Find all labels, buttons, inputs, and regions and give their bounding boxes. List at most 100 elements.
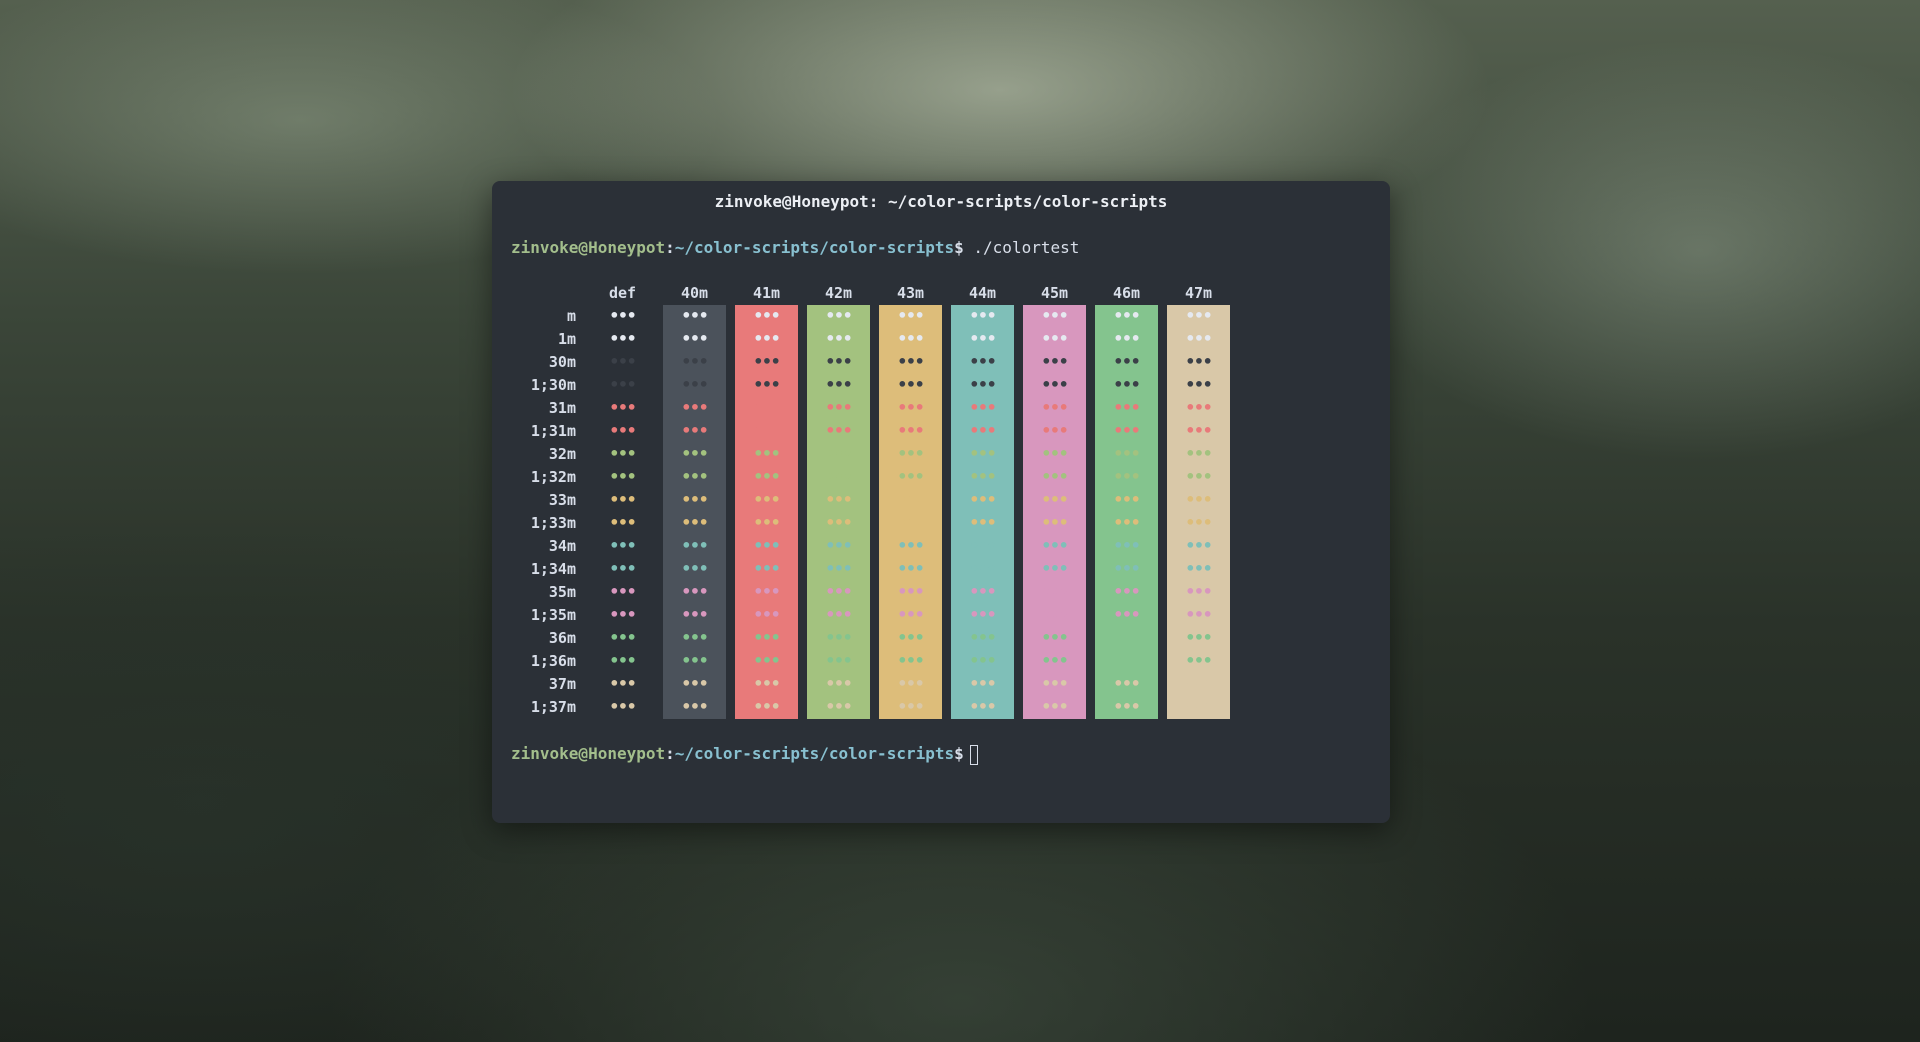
color-sample-cell: ••• bbox=[1185, 674, 1213, 693]
color-sample-cell: ••• bbox=[897, 651, 925, 670]
color-sample-cell: ••• bbox=[969, 651, 997, 670]
prompt-symbol: $ bbox=[954, 744, 964, 763]
row-label: 33m bbox=[548, 491, 576, 509]
color-sample-cell: ••• bbox=[753, 697, 781, 716]
color-sample-cell: ••• bbox=[897, 582, 925, 601]
color-sample-cell: ••• bbox=[681, 421, 709, 440]
color-sample-cell: ••• bbox=[1041, 352, 1069, 371]
color-sample-cell: ••• bbox=[1113, 421, 1141, 440]
color-sample-cell: ••• bbox=[1041, 513, 1069, 532]
color-sample-cell: ••• bbox=[1041, 329, 1069, 348]
color-sample-cell: ••• bbox=[609, 536, 637, 555]
color-sample-cell: ••• bbox=[1113, 375, 1141, 394]
row-label: 1;37m bbox=[530, 698, 576, 716]
color-sample-cell: ••• bbox=[1185, 651, 1213, 670]
color-sample-cell: ••• bbox=[897, 467, 925, 486]
color-sample-cell: ••• bbox=[609, 605, 637, 624]
color-sample-cell: ••• bbox=[969, 398, 997, 417]
row-label: 36m bbox=[548, 629, 576, 647]
color-sample-cell: ••• bbox=[1185, 444, 1213, 463]
color-sample-cell: ••• bbox=[753, 352, 781, 371]
text-cursor[interactable] bbox=[969, 744, 978, 765]
color-sample-cell: ••• bbox=[681, 329, 709, 348]
color-sample-cell: ••• bbox=[1185, 628, 1213, 647]
column-header: 43m bbox=[896, 284, 925, 302]
color-sample-cell: ••• bbox=[1113, 490, 1141, 509]
row-label: 1;36m bbox=[530, 652, 576, 670]
command-text: ./colortest bbox=[973, 238, 1080, 257]
color-sample-cell: ••• bbox=[897, 513, 925, 532]
color-sample-cell: ••• bbox=[681, 352, 709, 371]
color-sample-cell: ••• bbox=[825, 467, 853, 486]
color-sample-cell: ••• bbox=[1185, 513, 1213, 532]
color-sample-cell: ••• bbox=[1041, 375, 1069, 394]
color-sample-cell: ••• bbox=[1113, 444, 1141, 463]
color-sample-cell: ••• bbox=[1113, 628, 1141, 647]
color-sample-cell: ••• bbox=[753, 444, 781, 463]
color-sample-cell: ••• bbox=[1041, 467, 1069, 486]
command-line: zinvoke@Honeypot:~/color-scripts/color-s… bbox=[511, 237, 1079, 259]
color-sample-cell: ••• bbox=[897, 352, 925, 371]
color-sample-cell: ••• bbox=[825, 651, 853, 670]
row-label: 1;32m bbox=[530, 468, 576, 486]
color-sample-cell: ••• bbox=[681, 444, 709, 463]
color-sample-cell: ••• bbox=[681, 513, 709, 532]
color-sample-cell: ••• bbox=[753, 559, 781, 578]
color-sample-cell: ••• bbox=[681, 697, 709, 716]
color-sample-cell: ••• bbox=[609, 467, 637, 486]
color-sample-cell: ••• bbox=[897, 329, 925, 348]
color-sample-cell: ••• bbox=[969, 421, 997, 440]
color-sample-cell: ••• bbox=[681, 490, 709, 509]
column-header: 42m bbox=[824, 284, 853, 302]
color-sample-cell: ••• bbox=[609, 398, 637, 417]
color-sample-cell: ••• bbox=[681, 375, 709, 394]
color-sample-cell: ••• bbox=[1185, 306, 1213, 325]
color-sample-cell: ••• bbox=[681, 582, 709, 601]
color-sample-cell: ••• bbox=[681, 467, 709, 486]
color-sample-cell: ••• bbox=[825, 605, 853, 624]
column-header: 40m bbox=[680, 284, 709, 302]
color-sample-cell: ••• bbox=[1113, 352, 1141, 371]
color-sample-cell: ••• bbox=[825, 306, 853, 325]
color-sample-cell: ••• bbox=[897, 674, 925, 693]
color-sample-cell: ••• bbox=[1185, 490, 1213, 509]
color-sample-cell: ••• bbox=[1113, 513, 1141, 532]
color-sample-cell: ••• bbox=[1185, 605, 1213, 624]
color-sample-cell: ••• bbox=[681, 559, 709, 578]
color-sample-cell: ••• bbox=[1185, 467, 1213, 486]
row-label: 1m bbox=[557, 330, 576, 348]
color-sample-cell: ••• bbox=[897, 444, 925, 463]
color-sample-cell: ••• bbox=[825, 582, 853, 601]
color-sample-cell: ••• bbox=[897, 421, 925, 440]
color-sample-cell: ••• bbox=[897, 490, 925, 509]
color-sample-cell: ••• bbox=[681, 651, 709, 670]
color-sample-cell: ••• bbox=[825, 329, 853, 348]
color-sample-cell: ••• bbox=[1113, 536, 1141, 555]
color-sample-cell: ••• bbox=[609, 444, 637, 463]
color-sample-cell: ••• bbox=[825, 559, 853, 578]
color-sample-cell: ••• bbox=[969, 444, 997, 463]
color-sample-cell: ••• bbox=[969, 559, 997, 578]
color-sample-cell: ••• bbox=[1113, 467, 1141, 486]
color-sample-cell: ••• bbox=[1185, 352, 1213, 371]
color-sample-cell: ••• bbox=[1185, 329, 1213, 348]
color-sample-cell: ••• bbox=[681, 605, 709, 624]
column-header: 46m bbox=[1112, 284, 1141, 302]
color-sample-cell: ••• bbox=[681, 628, 709, 647]
row-label: 31m bbox=[548, 399, 576, 417]
column-header: 44m bbox=[968, 284, 997, 302]
color-sample-cell: ••• bbox=[753, 651, 781, 670]
prompt-path: ~/color-scripts/color-scripts bbox=[674, 744, 955, 763]
color-sample-cell: ••• bbox=[1185, 421, 1213, 440]
row-label: 1;34m bbox=[530, 560, 576, 578]
column-header: 45m bbox=[1040, 284, 1069, 302]
prompt-symbol: $ bbox=[954, 238, 964, 257]
color-sample-cell: ••• bbox=[1041, 628, 1069, 647]
color-sample-cell: ••• bbox=[825, 490, 853, 509]
color-sample-cell: ••• bbox=[753, 674, 781, 693]
terminal-window[interactable]: zinvoke@Honeypot: ~/color-scripts/color-… bbox=[492, 181, 1390, 823]
color-sample-cell: ••• bbox=[609, 674, 637, 693]
active-prompt[interactable]: zinvoke@Honeypot:~/color-scripts/color-s… bbox=[511, 743, 978, 765]
prompt-colon: : bbox=[665, 744, 675, 763]
color-sample-cell: ••• bbox=[825, 421, 853, 440]
